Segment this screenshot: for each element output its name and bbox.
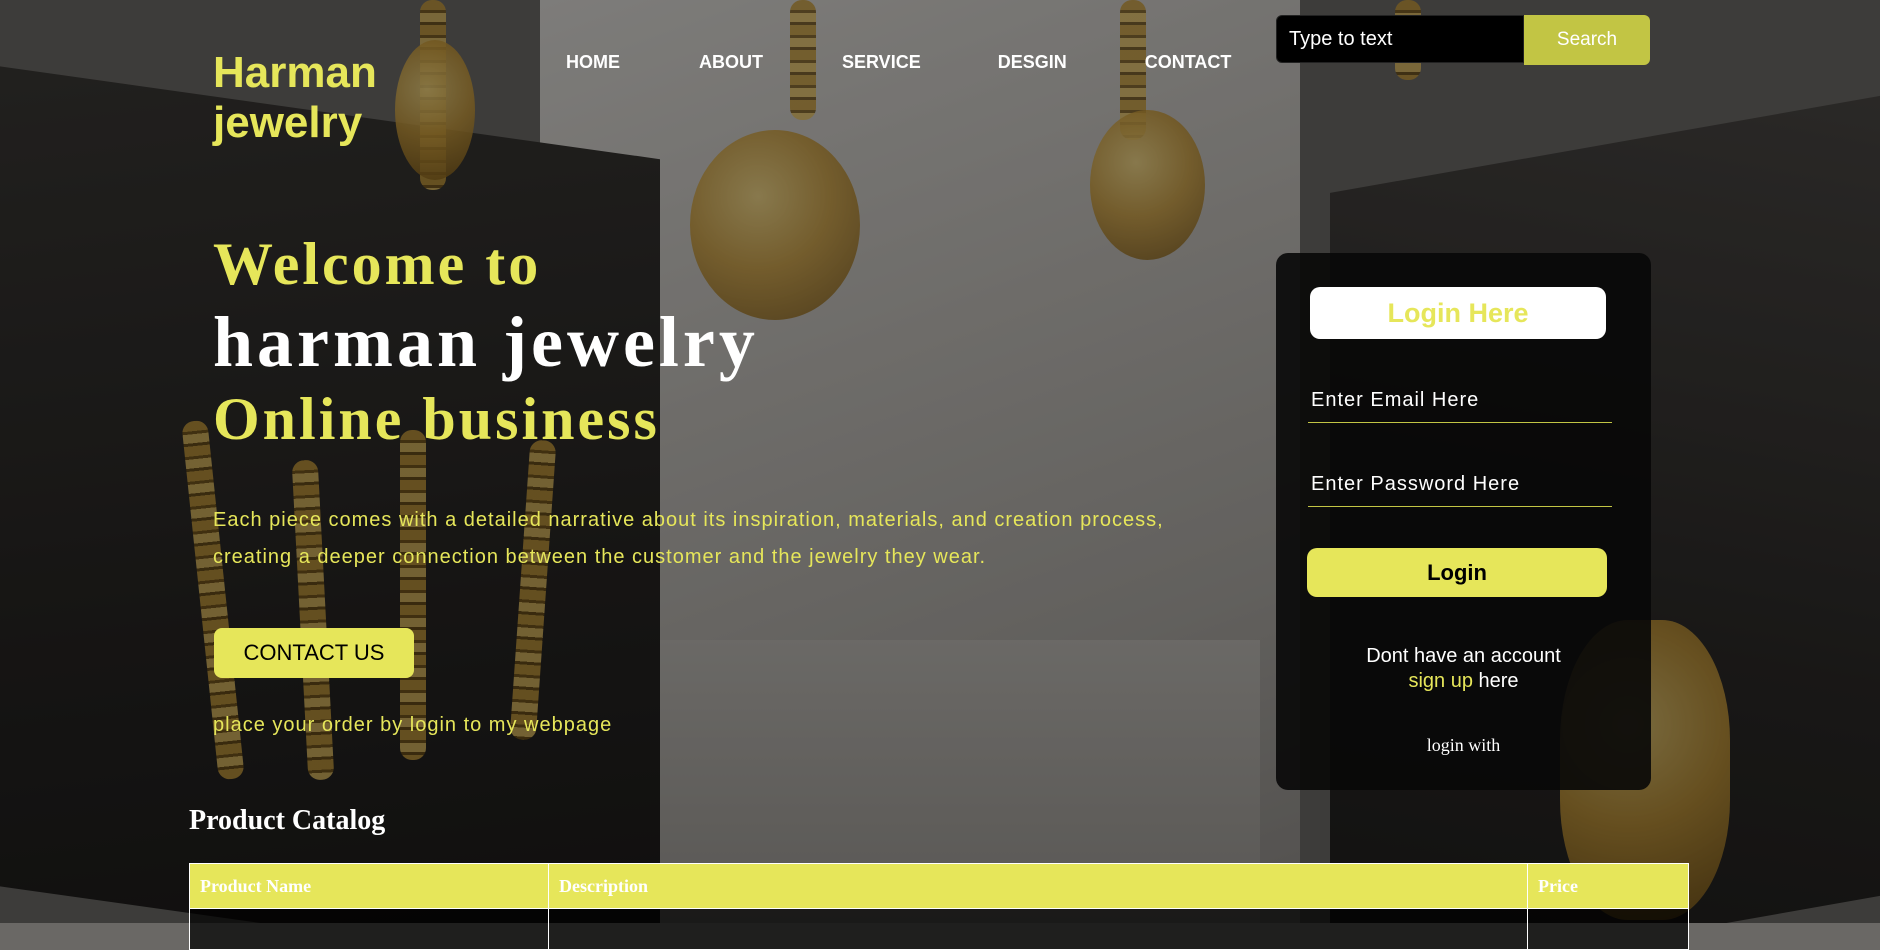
brand-logo[interactable]: Harman jewelry bbox=[213, 48, 413, 148]
signup-prompt: Dont have an account sign up here bbox=[1276, 644, 1651, 694]
table-cell bbox=[548, 908, 1528, 950]
nav-service[interactable]: SERVICE bbox=[842, 52, 921, 73]
column-header-description: Description bbox=[548, 863, 1528, 909]
login-with-text: login with bbox=[1426, 735, 1501, 755]
catalog-title: Product Catalog bbox=[189, 805, 386, 836]
product-catalog-table: Product Name Description Price bbox=[189, 863, 1689, 950]
hero-line-3: Online business bbox=[213, 386, 660, 452]
nav-home[interactable]: HOME bbox=[566, 52, 620, 73]
search-input[interactable] bbox=[1276, 15, 1524, 63]
nav-design[interactable]: DESGIN bbox=[998, 52, 1067, 73]
hero-line-1: Welcome to bbox=[213, 231, 542, 297]
search-button[interactable]: Search bbox=[1524, 15, 1650, 65]
hero-line-2: harman jewelry bbox=[213, 302, 759, 382]
main-nav: HOME ABOUT SERVICE DESGIN CONTACT bbox=[566, 52, 1231, 73]
nav-about[interactable]: ABOUT bbox=[699, 52, 763, 73]
login-panel: Login Here Login Dont have an account si… bbox=[1276, 253, 1651, 790]
hero-heading: Welcome to harman jewelry Online busines… bbox=[213, 228, 759, 454]
no-account-text: Dont have an account bbox=[1366, 645, 1561, 667]
hero-description: Each piece comes with a detailed narrati… bbox=[213, 509, 1164, 568]
table-header-row: Product Name Description Price bbox=[189, 863, 1689, 909]
table-cell bbox=[1527, 908, 1689, 950]
nav-contact[interactable]: CONTACT bbox=[1145, 52, 1232, 73]
login-button[interactable]: Login bbox=[1307, 548, 1607, 597]
signup-suffix: here bbox=[1472, 670, 1519, 692]
brand-line-1: Harman bbox=[213, 48, 377, 97]
column-header-product-name: Product Name bbox=[189, 863, 549, 909]
order-note: place your order by login to my webpage bbox=[213, 714, 613, 736]
password-field[interactable] bbox=[1308, 463, 1612, 507]
column-header-price: Price bbox=[1527, 863, 1689, 909]
table-row bbox=[189, 908, 1689, 950]
email-field[interactable] bbox=[1308, 379, 1612, 423]
table-cell bbox=[189, 908, 549, 950]
search-bar: Search bbox=[1276, 15, 1650, 65]
signup-link[interactable]: sign up bbox=[1408, 670, 1473, 692]
login-title: Login Here bbox=[1310, 287, 1606, 339]
contact-us-button[interactable]: CONTACT US bbox=[214, 628, 414, 678]
brand-line-2: jewelry bbox=[213, 98, 363, 147]
